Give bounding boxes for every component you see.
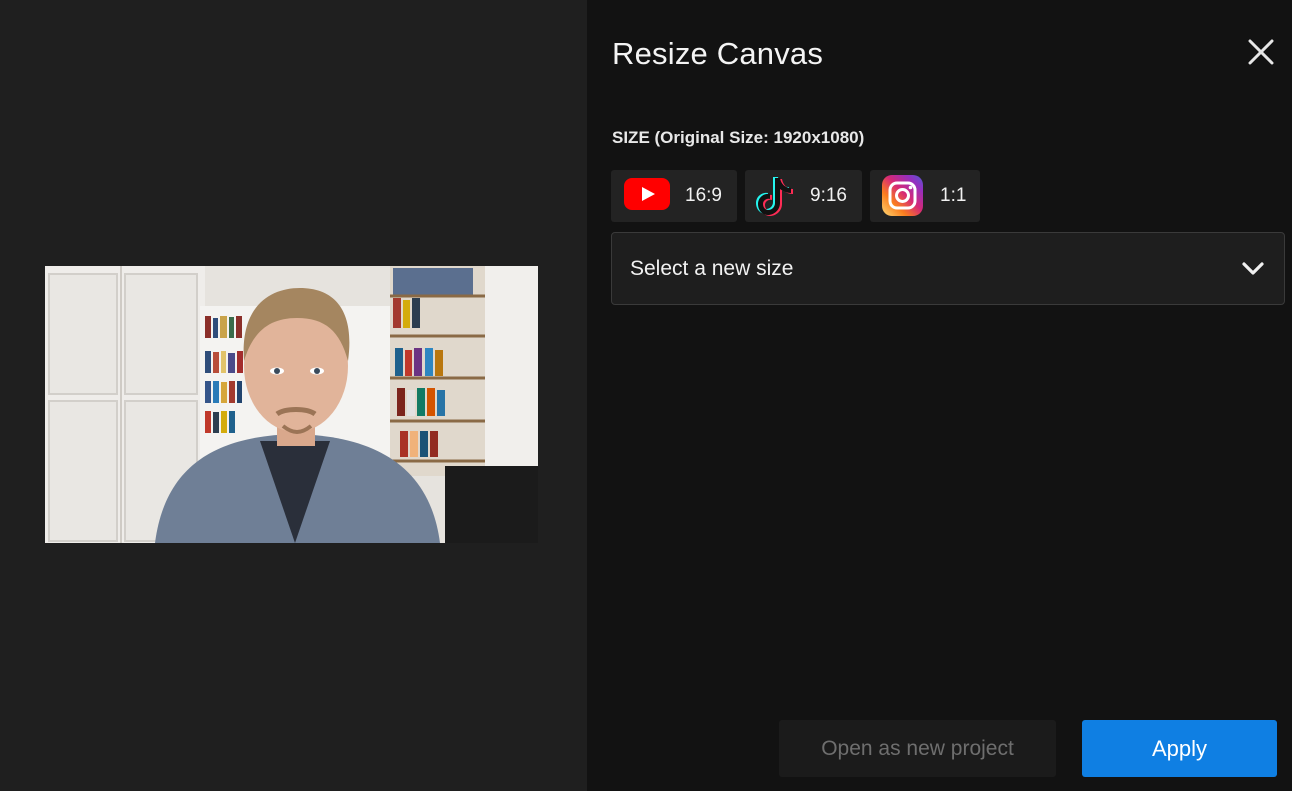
apply-button[interactable]: Apply — [1082, 720, 1277, 777]
size-select-value: Select a new size — [630, 257, 794, 280]
preview-pane — [0, 0, 587, 791]
close-icon — [1248, 39, 1274, 65]
dialog-title: Resize Canvas — [612, 36, 824, 71]
preset-label: 9:16 — [810, 185, 847, 206]
resize-panel: Resize Canvas SIZE (Original Size: 1920x… — [587, 0, 1292, 791]
tiktok-icon — [756, 177, 793, 216]
preset-label: 1:1 — [940, 185, 967, 206]
video-preview — [45, 266, 538, 543]
size-label: SIZE (Original Size: 1920x1080) — [612, 128, 865, 147]
preset-instagram-button[interactable]: 1:1 — [870, 170, 980, 222]
size-select[interactable]: Select a new size — [611, 232, 1285, 305]
close-button[interactable] — [1245, 36, 1277, 68]
instagram-icon — [882, 175, 923, 216]
chevron-down-icon — [1242, 262, 1264, 275]
preset-label: 16:9 — [685, 185, 722, 206]
preset-youtube-button[interactable]: 16:9 — [611, 170, 737, 222]
preset-tiktok-button[interactable]: 9:16 — [745, 170, 862, 222]
open-as-new-project-button[interactable]: Open as new project — [779, 720, 1056, 777]
youtube-icon — [624, 178, 670, 210]
